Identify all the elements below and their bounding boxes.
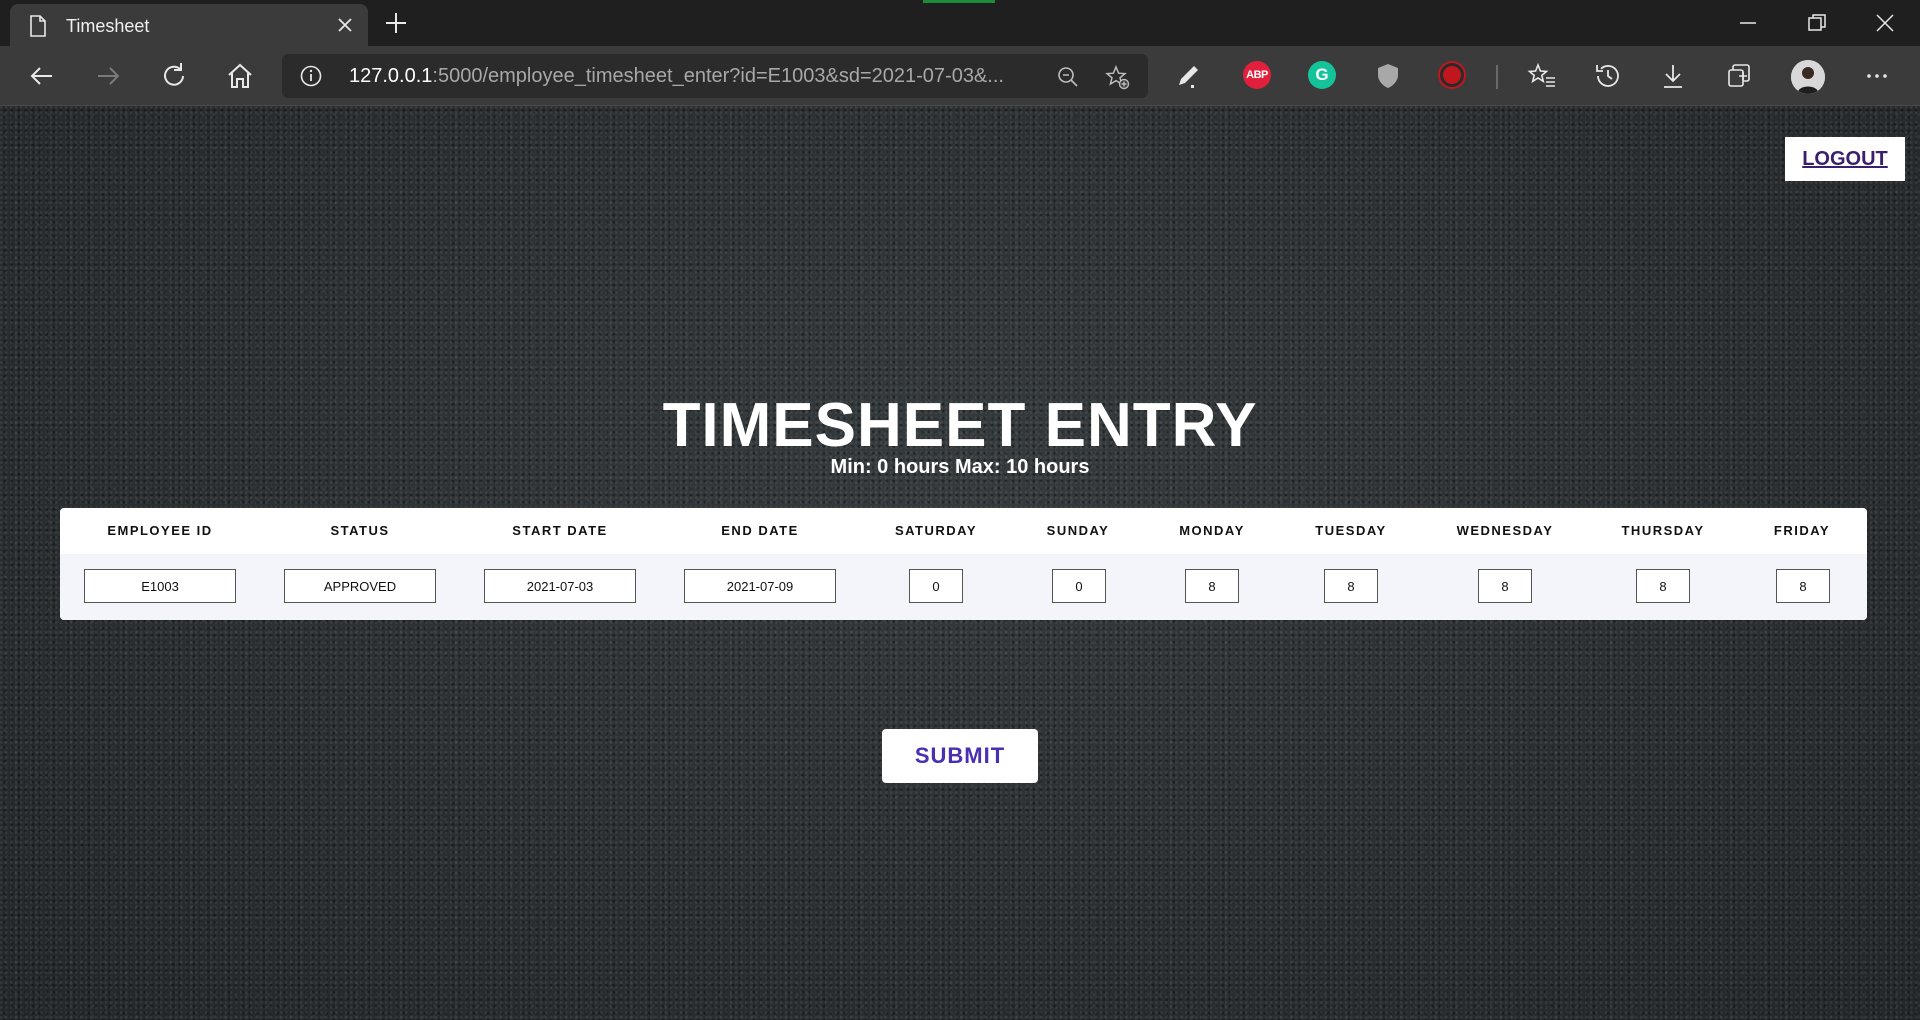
- friday-hours-input[interactable]: [1776, 569, 1830, 603]
- logout-button[interactable]: LOGOUT: [1785, 137, 1905, 181]
- header-monday: MONDAY: [1179, 523, 1245, 538]
- more-icon[interactable]: [1861, 60, 1893, 92]
- employee-id-field[interactable]: [84, 569, 236, 603]
- record-extension[interactable]: [1440, 63, 1464, 87]
- table-row: [60, 554, 1867, 620]
- history-icon[interactable]: [1592, 60, 1624, 92]
- header-tuesday: TUESDAY: [1315, 523, 1387, 538]
- page-title: TIMESHEET ENTRY: [662, 391, 1258, 460]
- header-start-date: START DATE: [512, 523, 608, 538]
- download-icon[interactable]: [1657, 60, 1689, 92]
- favorites-icon[interactable]: [1526, 60, 1558, 92]
- table-header-row: EMPLOYEE ID STATUS START DATE END DATE S…: [60, 508, 1867, 554]
- status-field[interactable]: [284, 569, 436, 603]
- toolbar-divider: [1496, 65, 1498, 89]
- url-host: 127.0.0.1: [349, 65, 433, 87]
- restore-icon[interactable]: [1805, 11, 1829, 35]
- browser-titlebar: Timesheet: [0, 0, 1920, 46]
- minimize-icon[interactable]: [1736, 11, 1760, 35]
- header-friday: FRIDAY: [1773, 523, 1831, 538]
- collections-icon[interactable]: [1723, 60, 1755, 92]
- hours-limits: Min: 0 hours Max: 10 hours: [830, 456, 1090, 478]
- profile-avatar[interactable]: [1791, 60, 1825, 94]
- home-icon[interactable]: [224, 60, 256, 92]
- grammarly-extension[interactable]: G: [1308, 61, 1336, 89]
- submit-button[interactable]: SUBMIT: [882, 729, 1038, 783]
- sunday-hours-input[interactable]: [1052, 569, 1106, 603]
- header-end-date: END DATE: [721, 523, 799, 538]
- adblock-extension[interactable]: ABP: [1243, 61, 1271, 89]
- document-icon: [30, 15, 46, 37]
- window-close-icon[interactable]: [1873, 11, 1897, 35]
- header-status: STATUS: [330, 523, 390, 538]
- page-content: LOGOUT TIMESHEET ENTRY Min: 0 hours Max:…: [0, 106, 1920, 1020]
- close-icon[interactable]: [335, 15, 355, 35]
- forward-arrow-icon[interactable]: [92, 60, 124, 92]
- shield-icon[interactable]: [1372, 60, 1404, 92]
- end-date-field[interactable]: [684, 569, 836, 603]
- wednesday-hours-input[interactable]: [1478, 569, 1532, 603]
- start-date-field[interactable]: [484, 569, 636, 603]
- header-sunday: SUNDAY: [1046, 523, 1110, 538]
- plus-icon[interactable]: [383, 10, 409, 36]
- refresh-icon[interactable]: [158, 60, 190, 92]
- header-employee-id: EMPLOYEE ID: [107, 523, 213, 538]
- header-saturday: SATURDAY: [894, 523, 978, 538]
- tab-title: Timesheet: [66, 16, 150, 36]
- avatar-image: [1791, 60, 1825, 94]
- window-accent: [923, 0, 995, 3]
- url-text[interactable]: 127.0.0.1:5000/employee_timesheet_enter?…: [349, 65, 1004, 88]
- info-icon[interactable]: [300, 65, 322, 87]
- header-wednesday: WEDNESDAY: [1456, 523, 1554, 538]
- saturday-hours-input[interactable]: [909, 569, 963, 603]
- url-path: :5000/employee_timesheet_enter?id=E1003&…: [432, 65, 1004, 87]
- timesheet-table: EMPLOYEE ID STATUS START DATE END DATE S…: [60, 508, 1867, 620]
- monday-hours-input[interactable]: [1185, 569, 1239, 603]
- browser-tab[interactable]: Timesheet: [10, 4, 368, 46]
- back-arrow-icon[interactable]: [26, 60, 58, 92]
- address-bar[interactable]: 127.0.0.1:5000/employee_timesheet_enter?…: [282, 54, 1148, 98]
- header-thursday: THURSDAY: [1621, 523, 1705, 538]
- thursday-hours-input[interactable]: [1636, 569, 1690, 603]
- zoom-out-icon[interactable]: [1056, 65, 1080, 89]
- browser-toolbar: 127.0.0.1:5000/employee_timesheet_enter?…: [0, 46, 1920, 106]
- tuesday-hours-input[interactable]: [1324, 569, 1378, 603]
- favorite-add-icon[interactable]: [1104, 64, 1130, 90]
- pen-icon[interactable]: [1172, 60, 1204, 92]
